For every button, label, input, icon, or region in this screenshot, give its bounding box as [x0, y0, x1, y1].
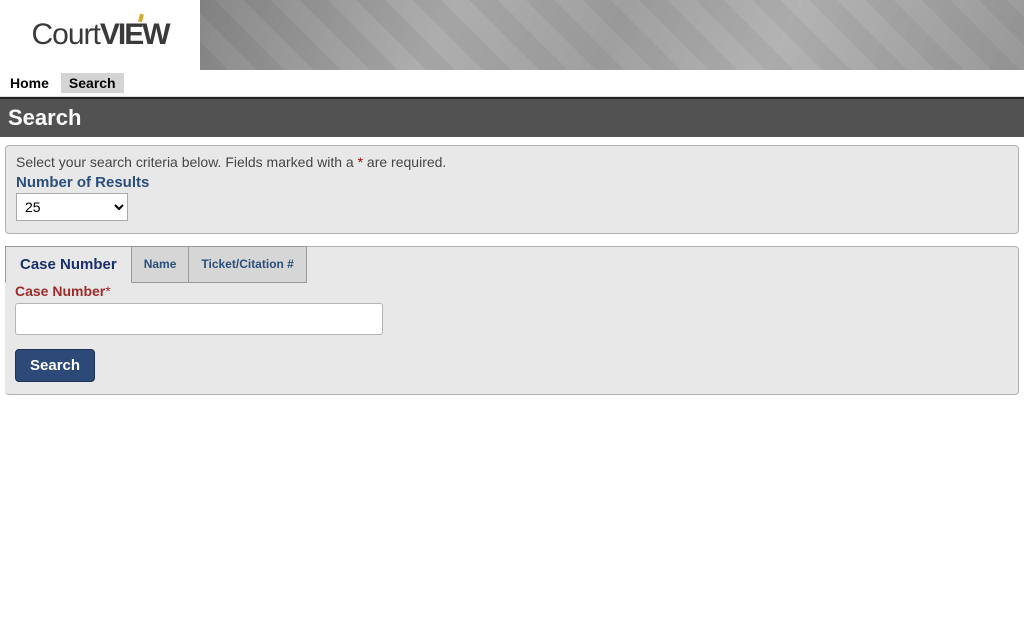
nav-home[interactable]: Home: [2, 73, 57, 93]
logo[interactable]: CourtVIEW: [0, 0, 200, 70]
page-title: Search: [8, 105, 1016, 131]
search-button[interactable]: Search: [15, 349, 95, 382]
nav-bar: Home Search: [0, 70, 1024, 97]
results-label: Number of Results: [16, 174, 1008, 191]
nav-search[interactable]: Search: [61, 73, 124, 93]
results-select[interactable]: 25: [16, 193, 128, 221]
case-number-input[interactable]: [15, 303, 383, 335]
banner-image: [200, 0, 1024, 70]
header-banner: CourtVIEW: [0, 0, 1024, 70]
case-number-label: Case Number*: [15, 283, 1008, 299]
tab-row: Case Number Name Ticket/Citation #: [5, 246, 307, 283]
content: Select your search criteria below. Field…: [0, 137, 1024, 395]
page-title-bar: Search: [0, 97, 1024, 137]
criteria-panel: Select your search criteria below. Field…: [5, 145, 1019, 234]
instructions: Select your search criteria below. Field…: [16, 154, 1008, 170]
logo-text: CourtVIEW: [31, 18, 168, 52]
tab-case-number[interactable]: Case Number: [5, 246, 132, 283]
tab-ticket-citation[interactable]: Ticket/Citation #: [189, 246, 306, 283]
search-panel: Case Number Name Ticket/Citation # Case …: [5, 246, 1019, 395]
tab-name[interactable]: Name: [132, 246, 190, 283]
